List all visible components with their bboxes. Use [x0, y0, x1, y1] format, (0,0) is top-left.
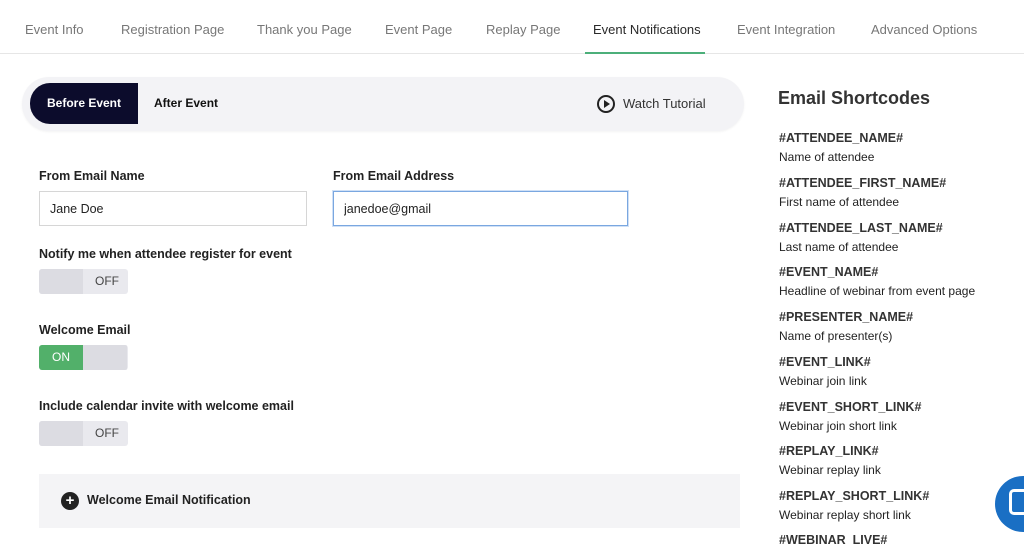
watch-tutorial-label: Watch Tutorial	[623, 96, 706, 111]
shortcode-attendee-first-name: #ATTENDEE_FIRST_NAME#	[779, 176, 947, 190]
shortcode-desc: First name of attendee	[779, 195, 900, 209]
tab-replay-page[interactable]: Replay Page	[486, 0, 560, 54]
from-email-address-input[interactable]	[333, 191, 628, 226]
tab-advanced-options[interactable]: Advanced Options	[871, 0, 977, 54]
toggle-knob	[83, 345, 127, 370]
subtab-after-event[interactable]: After Event	[154, 83, 218, 124]
top-nav: Event Info Registration Page Thank you P…	[0, 0, 1024, 54]
tab-thank-you-page[interactable]: Thank you Page	[257, 0, 352, 54]
tab-event-notifications[interactable]: Event Notifications	[585, 0, 705, 54]
shortcode-desc: Last name of attendee	[779, 240, 899, 254]
toggle-knob	[39, 269, 83, 294]
notify-label: Notify me when attendee register for eve…	[39, 247, 292, 261]
play-icon	[597, 94, 615, 113]
shortcode-replay-link: #REPLAY_LINK#	[779, 444, 879, 458]
from-email-name-input[interactable]	[39, 191, 307, 226]
shortcode-attendee-last-name: #ATTENDEE_LAST_NAME#	[779, 221, 943, 235]
from-email-address-label: From Email Address	[333, 169, 455, 183]
shortcode-desc: Webinar replay short link	[779, 508, 911, 522]
shortcode-desc: Headline of webinar from event page	[779, 284, 976, 298]
toggle-state: OFF	[95, 274, 119, 288]
tab-event-info[interactable]: Event Info	[25, 0, 84, 54]
from-email-name-label: From Email Name	[39, 169, 145, 183]
shortcode-desc: Name of attendee	[779, 150, 875, 164]
chat-icon	[1009, 489, 1024, 515]
shortcode-event-name: #EVENT_NAME#	[779, 265, 879, 279]
toggle-state: OFF	[95, 426, 119, 440]
tab-event-page[interactable]: Event Page	[385, 0, 452, 54]
subtab-bar: Before Event After Event Watch Tutorial	[22, 77, 744, 131]
shortcode-event-link: #EVENT_LINK#	[779, 355, 871, 369]
tab-registration-page[interactable]: Registration Page	[121, 0, 224, 54]
chat-widget-button[interactable]	[995, 476, 1024, 532]
shortcode-replay-short-link: #REPLAY_SHORT_LINK#	[779, 489, 930, 503]
welcome-email-label: Welcome Email	[39, 323, 131, 337]
toggle-state: ON	[39, 345, 83, 370]
toggle-knob	[39, 421, 83, 446]
calendar-invite-toggle[interactable]: OFF	[39, 421, 128, 446]
shortcode-desc: Name of presenter(s)	[779, 329, 893, 343]
watch-tutorial-button[interactable]: Watch Tutorial	[597, 87, 706, 120]
shortcode-desc: Webinar replay link	[779, 463, 881, 477]
plus-icon: +	[61, 492, 79, 510]
accordion-label: Welcome Email Notification	[87, 493, 251, 507]
email-shortcodes-title: Email Shortcodes	[778, 88, 931, 108]
welcome-email-toggle[interactable]: ON	[39, 345, 128, 370]
shortcode-webinar-live: #WEBINAR_LIVE#	[779, 533, 888, 544]
subtab-before-event[interactable]: Before Event	[30, 83, 138, 124]
tab-event-integration[interactable]: Event Integration	[737, 0, 835, 54]
notify-toggle[interactable]: OFF	[39, 269, 128, 294]
shortcode-presenter-name: #PRESENTER_NAME#	[779, 310, 914, 324]
calendar-invite-label: Include calendar invite with welcome ema…	[39, 399, 294, 413]
shortcode-desc: Webinar join link	[779, 374, 867, 388]
shortcode-attendee-name: #ATTENDEE_NAME#	[779, 131, 904, 145]
welcome-email-notification-accordion[interactable]: + Welcome Email Notification	[39, 474, 740, 528]
shortcode-desc: Webinar join short link	[779, 419, 897, 433]
shortcode-event-short-link: #EVENT_SHORT_LINK#	[779, 400, 922, 414]
